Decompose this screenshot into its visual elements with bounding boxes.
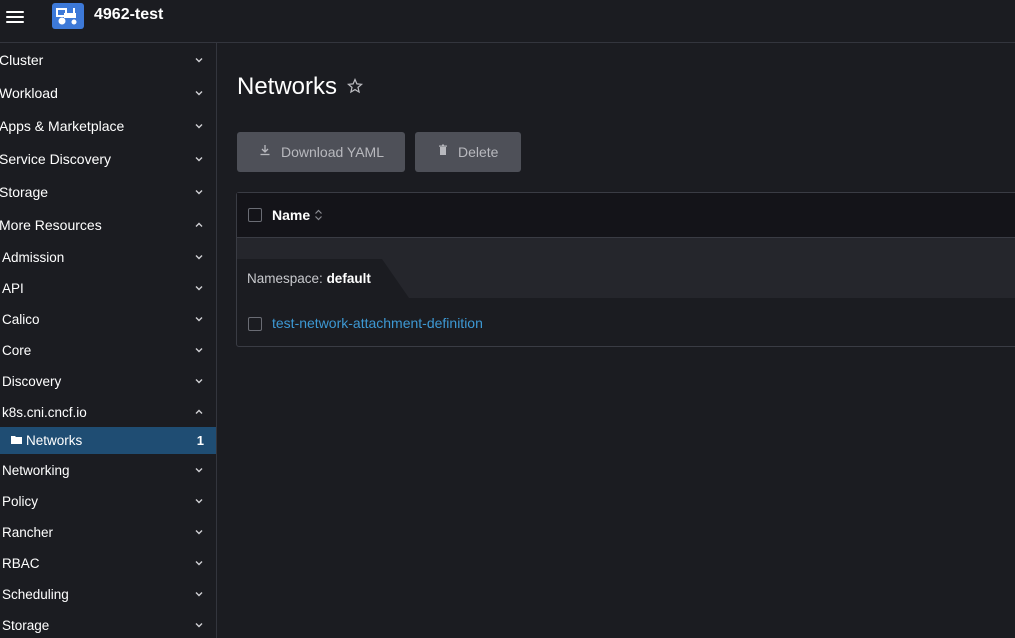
sidebar-subgroup-4[interactable]: Discovery	[0, 366, 216, 396]
sidebar-group-label: Scheduling	[2, 586, 69, 602]
namespace-label: Namespace:	[247, 271, 323, 286]
sidebar-group-label: RBAC	[2, 555, 40, 571]
chevron-down-icon	[194, 558, 204, 568]
download-yaml-label: Download YAML	[281, 144, 384, 160]
sidebar-subgroup-3[interactable]: Core	[0, 335, 216, 365]
sidebar-subgroup-2[interactable]: Calico	[0, 304, 216, 334]
menu-icon[interactable]	[6, 9, 26, 25]
select-all-checkbox[interactable]	[248, 208, 262, 222]
namespace-value: default	[326, 271, 371, 286]
delete-button[interactable]: Delete	[415, 132, 521, 172]
column-header-name[interactable]: Name	[272, 207, 310, 223]
sidebar-group-0[interactable]: Cluster	[0, 45, 216, 75]
chevron-down-icon	[194, 283, 204, 293]
chevron-down-icon	[194, 527, 204, 537]
star-icon[interactable]	[347, 78, 363, 94]
sidebar-subgroup-11[interactable]: Storage	[0, 610, 216, 638]
sidebar-group-4[interactable]: Storage	[0, 177, 216, 207]
table-header: Name	[237, 193, 1015, 238]
sidebar-group-label: Service Discovery	[0, 151, 112, 167]
row-checkbox[interactable]	[248, 317, 262, 331]
sidebar-group-label: Policy	[2, 493, 39, 509]
chevron-down-icon	[194, 88, 204, 98]
sidebar-group-label: Rancher	[2, 524, 54, 540]
chevron-down-icon	[194, 55, 204, 65]
chevron-down-icon	[194, 252, 204, 262]
sidebar-group-label: Admission	[2, 249, 65, 265]
network-name-link[interactable]: test-network-attachment-definition	[272, 315, 483, 331]
table-row: test-network-attachment-definition	[237, 298, 1015, 346]
chevron-down-icon	[194, 620, 204, 630]
sidebar-subgroup-10[interactable]: Scheduling	[0, 579, 216, 609]
page-title: Networks	[237, 73, 338, 100]
sidebar-group-label: Core	[2, 342, 32, 358]
top-bar: 4962-test	[0, 0, 1015, 43]
chevron-down-icon	[194, 465, 204, 475]
resource-table: Name Namespace: default test-network-att…	[236, 192, 1015, 347]
chevron-down-icon	[194, 121, 204, 131]
sidebar-subgroup-1[interactable]: API	[0, 273, 216, 303]
sidebar-group-label: More Resources	[0, 217, 102, 233]
sidebar-group-3[interactable]: Service Discovery	[0, 144, 216, 174]
cluster-name[interactable]: 4962-test	[94, 6, 163, 24]
download-icon	[260, 145, 270, 156]
sidebar-subgroup-9[interactable]: RBAC	[0, 548, 216, 578]
sidebar-item-count: 1	[196, 433, 204, 448]
sidebar-group-label: Workload	[0, 85, 58, 101]
sidebar-group-label: Calico	[2, 311, 40, 327]
chevron-down-icon	[194, 496, 204, 506]
sidebar-group-label: API	[2, 280, 24, 296]
sidebar-group-label: Networking	[2, 462, 70, 478]
sidebar-item-networks[interactable]: Networks 1	[0, 427, 216, 454]
chevron-up-icon	[194, 220, 204, 230]
namespace-group-band: Namespace: default	[237, 238, 1015, 298]
tractor-icon[interactable]	[52, 3, 84, 29]
chevron-up-icon	[194, 407, 204, 417]
sidebar-group-2[interactable]: Apps & Marketplace	[0, 111, 216, 141]
main-content: Networks Download YAML Delete Name Names…	[217, 43, 1015, 638]
sidebar-group-label: Storage	[2, 617, 50, 633]
sidebar-subgroup-8[interactable]: Rancher	[0, 517, 216, 547]
chevron-down-icon	[194, 314, 204, 324]
chevron-down-icon	[194, 376, 204, 386]
sidebar-group-label: Discovery	[2, 373, 62, 389]
namespace-group-tab: Namespace: default	[237, 259, 409, 298]
trash-icon	[439, 144, 447, 155]
sidebar-group-label: Apps & Marketplace	[0, 118, 125, 134]
folder-icon	[11, 436, 22, 444]
sidebar-item-label: Networks	[26, 433, 83, 448]
sidebar-subgroup-7[interactable]: Policy	[0, 486, 216, 516]
chevron-down-icon	[194, 589, 204, 599]
chevron-down-icon	[194, 187, 204, 197]
download-yaml-button[interactable]: Download YAML	[237, 132, 405, 172]
sidebar-group-5[interactable]: More Resources	[0, 210, 216, 240]
sidebar-subgroup-6[interactable]: Networking	[0, 455, 216, 485]
sort-icon[interactable]	[314, 209, 323, 221]
sidebar: Cluster Workload Apps & Marketplace Service…	[0, 43, 217, 638]
sidebar-group-label: k8s.cni.cncf.io	[2, 404, 87, 420]
namespace-group-label: Namespace: default	[247, 271, 371, 286]
sidebar-group-1[interactable]: Workload	[0, 78, 216, 108]
sidebar-subgroup-0[interactable]: Admission	[0, 242, 216, 272]
sidebar-group-label: Storage	[0, 184, 49, 200]
delete-label: Delete	[458, 144, 499, 160]
sidebar-subgroup-5[interactable]: k8s.cni.cncf.io	[0, 397, 216, 427]
chevron-down-icon	[194, 345, 204, 355]
sidebar-group-label: Cluster	[0, 52, 44, 68]
chevron-down-icon	[194, 154, 204, 164]
